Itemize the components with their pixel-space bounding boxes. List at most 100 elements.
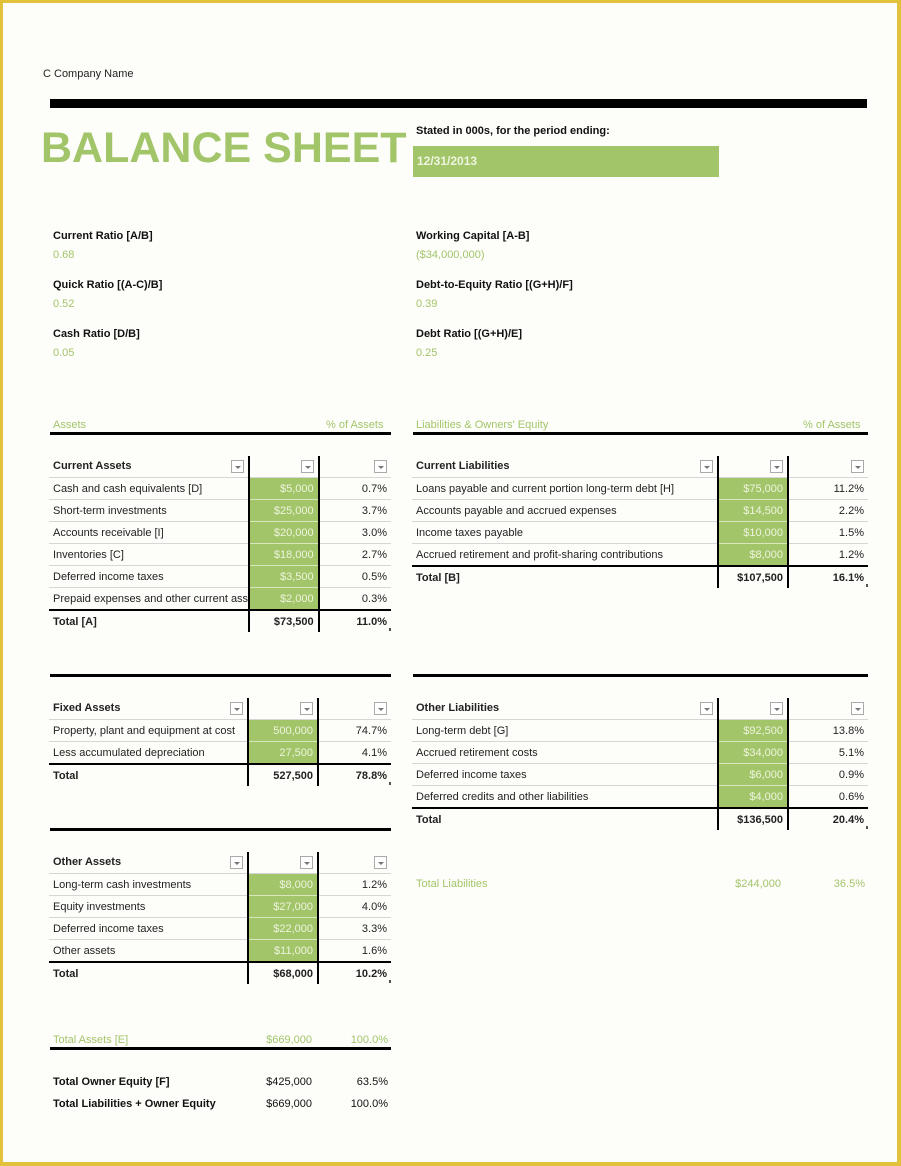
- fixed-assets-table: Fixed Assets Property, plant and equipme…: [49, 698, 391, 786]
- table-row[interactable]: Accrued retirement costs $34,000 5.1%: [412, 741, 868, 764]
- current-assets-title-cell: Current Assets: [49, 456, 249, 478]
- current-ratio-label: Current Ratio [A/B]: [53, 230, 153, 242]
- row-value-input[interactable]: $10,000: [717, 521, 789, 544]
- filter-dropdown-icon[interactable]: [300, 460, 314, 473]
- table-row[interactable]: Property, plant and equipment at cost 500…: [49, 719, 391, 742]
- filter-dropdown-icon[interactable]: [230, 856, 243, 869]
- row-value-input[interactable]: $14,500: [717, 499, 789, 522]
- row-label: Other assets: [49, 939, 248, 963]
- debt-to-equity-value[interactable]: 0.39: [416, 298, 437, 310]
- total-pct-cell: 20.4%: [788, 807, 868, 830]
- table-row[interactable]: Equity investments $27,000 4.0%: [49, 895, 391, 918]
- total-pct-cell: 78.8%: [318, 763, 391, 786]
- row-value-input[interactable]: $2,000: [248, 587, 320, 611]
- filter-dropdown-icon[interactable]: [700, 460, 713, 473]
- filter-dropdown-icon[interactable]: [770, 460, 783, 473]
- resize-handle-icon[interactable]: [389, 782, 391, 785]
- filter-dropdown-icon[interactable]: [300, 856, 313, 869]
- debt-ratio-label: Debt Ratio [(G+H)/E]: [416, 328, 523, 340]
- row-value-input[interactable]: $75,000: [717, 477, 789, 500]
- value-header-cell: [248, 456, 320, 478]
- table-row[interactable]: Other assets $11,000 1.6%: [49, 939, 391, 963]
- table-row[interactable]: Income taxes payable $10,000 1.5%: [412, 521, 868, 544]
- row-pct: 2.7%: [318, 543, 391, 566]
- debt-ratio-value[interactable]: 0.25: [416, 347, 437, 359]
- quick-ratio-value[interactable]: 0.52: [53, 298, 74, 310]
- table-row[interactable]: Long-term cash investments $8,000 1.2%: [49, 873, 391, 896]
- row-value-input[interactable]: $27,000: [247, 895, 319, 918]
- table-row[interactable]: Accounts receivable [I] $20,000 3.0%: [49, 521, 391, 544]
- working-capital-value[interactable]: ($34,000,000): [416, 249, 485, 261]
- row-pct: 0.6%: [788, 785, 868, 809]
- row-value-input[interactable]: $3,500: [248, 565, 320, 588]
- filter-dropdown-icon[interactable]: [230, 702, 243, 715]
- row-value-input[interactable]: $92,500: [717, 719, 789, 742]
- table-row[interactable]: Cash and cash equivalents [D] $5,000 0.7%: [49, 477, 391, 500]
- row-label: Cash and cash equivalents [D]: [49, 477, 249, 500]
- total-assets-rule: [50, 1047, 391, 1050]
- row-value-input[interactable]: 27,500: [247, 741, 319, 765]
- table-row[interactable]: Deferred income taxes $3,500 0.5%: [49, 565, 391, 588]
- filter-dropdown-icon[interactable]: [851, 460, 864, 473]
- row-value-input[interactable]: $22,000: [247, 917, 319, 940]
- row-value-input[interactable]: 500,000: [247, 719, 319, 742]
- row-value-input[interactable]: $11,000: [247, 939, 319, 963]
- row-value-input[interactable]: $4,000: [717, 785, 789, 809]
- total-value: $136,500: [717, 807, 789, 830]
- cash-ratio-value[interactable]: 0.05: [53, 347, 74, 359]
- row-label: Long-term cash investments: [49, 873, 248, 896]
- period-date-field[interactable]: 12/31/2013: [413, 146, 719, 177]
- total-row: Total [A] $73,500 11.0%: [49, 609, 391, 632]
- table-row[interactable]: Deferred income taxes $6,000 0.9%: [412, 763, 868, 786]
- row-value-input[interactable]: $8,000: [717, 543, 789, 567]
- table-row[interactable]: Less accumulated depreciation 27,500 4.1%: [49, 741, 391, 765]
- row-value-input[interactable]: $34,000: [717, 741, 789, 764]
- table-row[interactable]: Prepaid expenses and other current asset…: [49, 587, 391, 611]
- row-value-input[interactable]: $20,000: [248, 521, 320, 544]
- row-pct: 1.6%: [318, 939, 391, 963]
- table-row[interactable]: Deferred credits and other liabilities $4…: [412, 785, 868, 809]
- filter-dropdown-icon[interactable]: [770, 702, 783, 715]
- filter-dropdown-icon[interactable]: [374, 460, 387, 473]
- row-label: Loans payable and current portion long-t…: [412, 477, 718, 500]
- filter-dropdown-icon[interactable]: [300, 702, 313, 715]
- row-value-input[interactable]: $8,000: [247, 873, 319, 896]
- total-owner-equity-pct: 63.5%: [356, 1076, 388, 1088]
- filter-dropdown-icon[interactable]: [374, 702, 387, 715]
- total-liabilities-value: $244,000: [735, 878, 781, 890]
- debt-to-equity-label: Debt-to-Equity Ratio [(G+H)/F]: [416, 279, 573, 291]
- resize-handle-icon[interactable]: [389, 980, 391, 983]
- table-header-row: Current Liabilities: [412, 456, 868, 478]
- total-liabilities-label: Total Liabilities: [416, 878, 488, 890]
- row-value-input[interactable]: $5,000: [248, 477, 320, 500]
- other-liabilities-table: Other Liabilities Long-term debt [G] $92,…: [412, 698, 868, 830]
- resize-handle-icon[interactable]: [866, 826, 868, 829]
- table-header-row: Other Assets: [49, 852, 391, 874]
- table-row[interactable]: Short-term investments $25,000 3.7%: [49, 499, 391, 522]
- row-value-input[interactable]: $6,000: [717, 763, 789, 786]
- table-row[interactable]: Accounts payable and accrued expenses $14…: [412, 499, 868, 522]
- row-value-input[interactable]: $25,000: [248, 499, 320, 522]
- resize-handle-icon[interactable]: [389, 628, 391, 631]
- filter-dropdown-icon[interactable]: [374, 856, 387, 869]
- company-name[interactable]: C Company Name: [43, 68, 133, 80]
- total-assets-value: $669,000: [266, 1034, 312, 1046]
- resize-handle-icon[interactable]: [866, 584, 868, 587]
- row-pct: 0.3%: [318, 587, 391, 611]
- row-pct: 4.0%: [318, 895, 391, 918]
- filter-dropdown-icon[interactable]: [700, 702, 713, 715]
- row-value-input[interactable]: $18,000: [248, 543, 320, 566]
- table-row[interactable]: Loans payable and current portion long-t…: [412, 477, 868, 500]
- row-pct: 3.3%: [318, 917, 391, 940]
- other-liabilities-title-cell: Other Liabilities: [412, 698, 718, 720]
- table-row[interactable]: Inventories [C] $18,000 2.7%: [49, 543, 391, 566]
- table-row[interactable]: Long-term debt [G] $92,500 13.8%: [412, 719, 868, 742]
- header-rule: [50, 99, 867, 108]
- filter-dropdown-icon[interactable]: [851, 702, 864, 715]
- current-ratio-value[interactable]: 0.68: [53, 249, 74, 261]
- filter-dropdown-icon[interactable]: [231, 460, 244, 473]
- pct-header-cell: [788, 698, 868, 720]
- table-row[interactable]: Accrued retirement and profit-sharing co…: [412, 543, 868, 567]
- row-pct: 3.7%: [318, 499, 391, 522]
- table-row[interactable]: Deferred income taxes $22,000 3.3%: [49, 917, 391, 940]
